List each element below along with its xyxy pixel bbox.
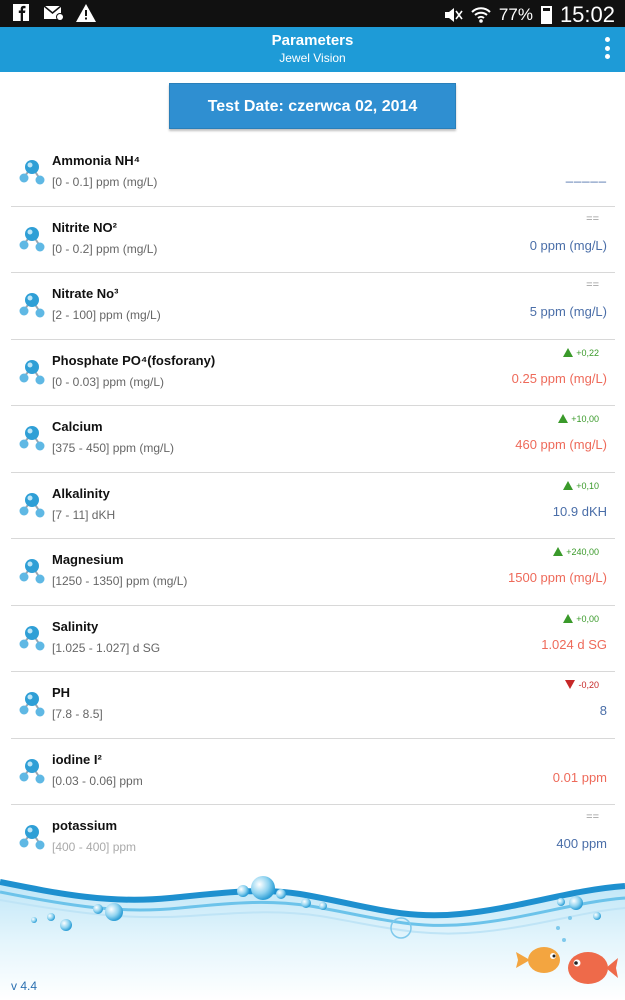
molecule-icon [17,224,47,254]
parameter-name: Ammonia NH⁴ [52,153,141,168]
mute-icon [444,8,463,22]
parameter-value: 10.9 dKH [552,503,607,519]
trend-indicator: == [586,213,599,225]
parameter-name: Nitrite NO² [52,219,117,235]
molecule-icon [17,157,47,187]
trend-indicator: -0,20 [565,680,599,690]
trend-value: -0,20 [578,680,599,690]
arrow-down-icon [565,680,576,689]
parameter-value: 0.01 ppm [552,769,607,785]
trend-indicator: +0,22 [563,347,599,358]
parameter-row[interactable]: Magnesium [1250 - 1350] ppm (mg/L) +240,00… [11,539,615,606]
parameter-value: 1500 ppm (mg/L) [508,570,607,585]
parameter-value: 0.25 ppm (mg/L) [511,370,607,386]
footer-wave [0,870,625,1000]
parameter-value: 8 [599,703,607,718]
parameter-name: Calcium [52,419,103,434]
molecule-icon [17,756,47,786]
notification-icons [12,4,96,22]
parameter-row[interactable]: Nitrate No³ [2 - 100] ppm (mg/L) == 5 ppm (… [11,273,615,340]
action-bar: Parameters Jewel Vision [0,27,625,72]
molecule-icon [17,822,47,852]
trend-value: == [586,811,599,823]
parameter-row[interactable]: Ammonia NH⁴ [0 - 0.1] ppm (mg/L) _____ [11,140,615,207]
trend-indicator: +0,00 [563,613,599,624]
trend-value: +0,22 [576,347,599,358]
trend-value: +240,00 [566,547,599,557]
parameter-range: [1.025 - 1.027] d SG [52,640,161,655]
overflow-menu-icon[interactable] [603,37,611,59]
clock: 15:02 [559,2,615,27]
parameter-name: Phosphate PO⁴(fosforany) [52,352,216,368]
trend-value: +0,10 [576,480,599,491]
parameter-row[interactable]: Calcium [375 - 450] ppm (mg/L) +10,00 460 p… [11,406,615,473]
parameter-value: 5 ppm (mg/L) [529,304,607,319]
parameter-range: [7.8 - 8.5] [52,707,103,721]
battery-percent: 77% [498,5,533,24]
molecule-icon [17,689,47,719]
parameter-row[interactable]: Salinity [1.025 - 1.027] d SG +0,00 1.024 d… [11,606,615,672]
test-date-button[interactable]: Test Date: czerwca 02, 2014 [169,83,456,129]
parameter-range: [2 - 100] ppm (mg/L) [52,308,161,322]
parameter-range: [0.03 - 0.06] ppm [52,773,143,788]
parameter-row[interactable]: Alkalinity [7 - 11] dKH +0,10 10.9 dKH [11,473,615,539]
trend-value: +0,00 [576,613,599,624]
parameter-value: 1.024 d SG [541,636,607,652]
arrow-up-icon [553,547,564,556]
trend-value: == [586,279,599,291]
parameter-row[interactable]: potassium [400 - 400] ppm == 400 ppm [11,805,615,872]
molecule-icon [17,623,47,653]
molecule-icon [17,490,47,520]
molecule-icon [17,357,47,387]
parameter-value: _____ [565,168,607,183]
parameter-range: [1250 - 1350] ppm (mg/L) [52,574,188,588]
email-icon [44,5,64,21]
parameter-range: [400 - 400] ppm [52,840,137,854]
warning-icon [76,4,96,22]
page-title: Parameters [271,32,354,49]
parameter-name: potassium [52,818,118,833]
trend-indicator: == [586,279,599,291]
facebook-icon [13,4,29,22]
parameter-name: Nitrate No³ [52,286,119,301]
parameter-name: PH [52,685,71,700]
parameter-value: 400 ppm [556,836,607,851]
trend-indicator: == [586,811,599,823]
parameter-row[interactable]: Nitrite NO² [0 - 0.2] ppm (mg/L) == 0 ppm (… [11,207,615,273]
arrow-up-icon [563,480,574,490]
trend-value: +10,00 [571,414,599,424]
wifi-icon [471,7,491,23]
parameter-row[interactable]: Phosphate PO⁴(fosforany) [0 - 0.03] ppm (… [11,340,615,406]
trend-value: == [586,212,599,225]
battery-icon [540,6,552,24]
app-version: v 4.4 [11,979,38,993]
parameter-value: 0 ppm (mg/L) [529,237,607,253]
parameter-range: [0 - 0.03] ppm (mg/L) [52,374,165,389]
parameter-row[interactable]: iodine I² [0.03 - 0.06] ppm 0.01 ppm [11,739,615,805]
status-bar: 77% 15:02 [0,0,625,27]
water-wave-image [0,876,625,1000]
trend-indicator: +0,10 [563,480,599,491]
arrow-up-icon [563,613,574,623]
arrow-up-icon [563,347,574,357]
parameter-name: iodine I² [52,751,102,767]
parameter-range: [0 - 0.2] ppm (mg/L) [52,241,158,256]
molecule-icon [17,290,47,320]
molecule-icon [17,556,47,586]
arrow-up-icon [558,414,569,423]
parameter-name: Alkalinity [52,485,110,501]
parameter-range: [0 - 0.1] ppm (mg/L) [52,175,158,189]
system-icons: 77% 15:02 [443,2,615,28]
parameter-range: [7 - 11] dKH [52,507,116,522]
parameter-range: [375 - 450] ppm (mg/L) [52,441,175,455]
parameter-name: Magnesium [52,552,124,567]
page-subtitle: Jewel Vision [279,51,346,65]
trend-indicator: +10,00 [558,414,599,424]
trend-indicator: +240,00 [553,547,599,557]
parameter-value: 460 ppm (mg/L) [515,437,607,452]
parameter-list: Ammonia NH⁴ [0 - 0.1] ppm (mg/L) _____ Nitr… [11,140,615,872]
parameter-row[interactable]: PH [7.8 - 8.5] -0,20 8 [11,672,615,739]
parameter-name: Salinity [52,618,99,634]
molecule-icon [17,423,47,453]
